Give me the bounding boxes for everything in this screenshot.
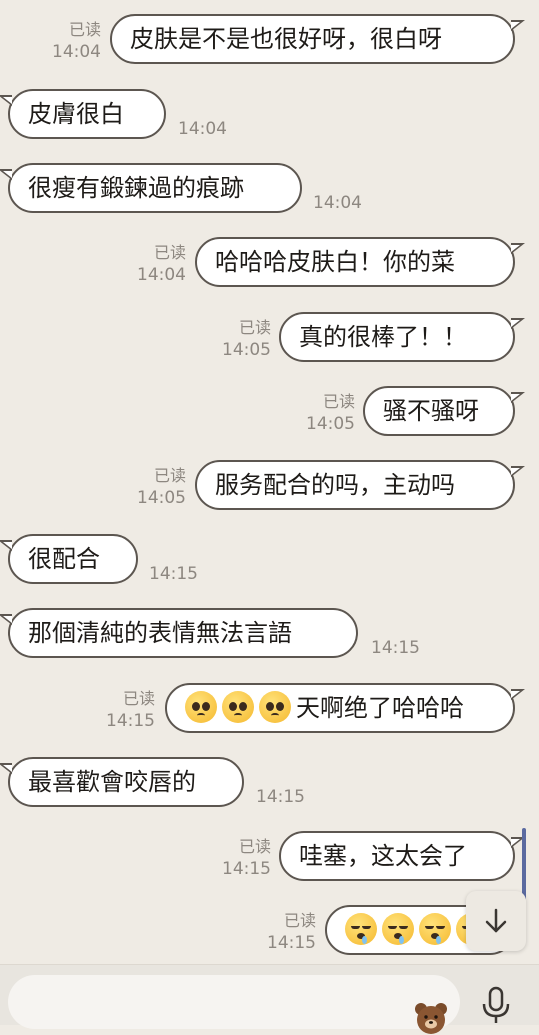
message-bubble[interactable]: 天啊绝了哈哈哈: [165, 683, 525, 733]
message-text: 皮肤是不是也很好呀，很白呀: [130, 25, 442, 53]
message-row: 已读 14:04 皮肤是不是也很好呀，很白呀: [0, 14, 539, 74]
message-time: 14:05: [137, 488, 186, 508]
message-input-container[interactable]: [8, 975, 460, 1034]
message-row: 那個清純的表情無法言語 14:15: [0, 608, 539, 668]
message-bubble[interactable]: 真的很棒了！！: [279, 312, 525, 362]
read-status: 已读: [238, 318, 271, 337]
read-status: 已读: [68, 20, 101, 39]
message-row: 已读 14:04 哈哈哈皮肤白！你的菜: [0, 237, 539, 297]
message-input[interactable]: [26, 983, 390, 1021]
message-row: 已读 14:15 哇塞，这太会了: [0, 831, 539, 891]
message-time: 14:15: [256, 787, 305, 807]
message-bubble[interactable]: 很配合: [0, 534, 138, 584]
message-meta: 14:04: [178, 118, 227, 141]
message-row: 已读 14:15 天啊绝了哈哈哈: [0, 683, 539, 743]
scrollbar[interactable]: [522, 828, 526, 900]
message-bubble[interactable]: 骚不骚呀: [363, 386, 525, 436]
message-row: 已读 14:05 真的很棒了！！: [0, 312, 539, 372]
message-time: 14:04: [178, 119, 227, 139]
scroll-to-bottom-button[interactable]: [466, 891, 526, 951]
read-status: 已读: [283, 911, 316, 930]
message-meta: 已读 14:05: [137, 464, 186, 510]
message-text: 服务配合的吗，主动吗: [215, 471, 455, 499]
message-row: 已读 14:05 骚不骚呀: [0, 386, 539, 446]
message-time: 14:04: [137, 265, 186, 285]
chat-history[interactable]: 已读 14:04 皮肤是不是也很好呀，很白呀 皮膚很白 14:04 很瘦有鍛鍊過…: [0, 0, 539, 964]
read-status: 已读: [153, 243, 186, 262]
message-text: 皮膚很白: [28, 100, 124, 128]
pleading-face-icon: [259, 691, 291, 723]
message-text: 哇塞，这太会了: [299, 842, 467, 870]
input-bar: [0, 964, 539, 1034]
message-bubble[interactable]: 服务配合的吗，主动吗: [195, 460, 525, 510]
bear-sticker-icon[interactable]: [413, 999, 449, 1035]
message-text: 很配合: [28, 545, 100, 573]
message-time: 14:15: [267, 933, 316, 953]
message-time: 14:05: [222, 340, 271, 360]
message-row: 皮膚很白 14:04: [0, 89, 539, 149]
pleading-face-icon: [222, 691, 254, 723]
message-time: 14:15: [222, 859, 271, 879]
message-text: 很瘦有鍛鍊過的痕跡: [28, 174, 244, 202]
message-bubble[interactable]: 哈哈哈皮肤白！你的菜: [195, 237, 525, 287]
message-text: 骚不骚呀: [383, 397, 479, 425]
read-status: 已读: [322, 392, 355, 411]
arrow-down-icon: [485, 908, 507, 933]
message-text: 天啊绝了哈哈哈: [296, 694, 464, 722]
read-status: 已读: [238, 837, 271, 856]
message-meta: 14:15: [149, 563, 198, 586]
message-meta: 14:04: [313, 192, 362, 215]
message-time: 14:04: [313, 193, 362, 213]
message-time: 14:05: [306, 414, 355, 434]
message-time: 14:15: [106, 711, 155, 731]
message-meta: 已读 14:05: [306, 390, 355, 436]
message-bubble[interactable]: 很瘦有鍛鍊過的痕跡: [0, 163, 302, 213]
message-meta: 已读 14:15: [106, 687, 155, 733]
message-row: 已读 14:15: [0, 905, 539, 964]
message-text: 真的很棒了！！: [299, 323, 467, 351]
message-meta: 14:15: [256, 786, 305, 809]
message-row: 已读 14:05 服务配合的吗，主动吗: [0, 460, 539, 520]
sleeping-face-icon: [419, 913, 451, 945]
microphone-icon[interactable]: [478, 985, 514, 1025]
message-text: 最喜歡會咬唇的: [28, 768, 196, 796]
message-time: 14:15: [371, 638, 420, 658]
message-bubble[interactable]: 那個清純的表情無法言語: [0, 608, 358, 658]
message-bubble[interactable]: 哇塞，这太会了: [279, 831, 525, 881]
message-meta: 已读 14:15: [222, 835, 271, 881]
message-row: 最喜歡會咬唇的 14:15: [0, 757, 539, 817]
message-meta: 已读 14:05: [222, 316, 271, 362]
message-text: 那個清純的表情無法言語: [28, 619, 292, 647]
message-meta: 已读 14:04: [137, 241, 186, 287]
message-meta: 已读 14:04: [52, 18, 101, 64]
message-text: 哈哈哈皮肤白！你的菜: [215, 248, 455, 276]
message-row: 很配合 14:15: [0, 534, 539, 594]
sleeping-face-icon: [382, 913, 414, 945]
message-row: 很瘦有鍛鍊過的痕跡 14:04: [0, 163, 539, 223]
message-meta: 14:15: [371, 637, 420, 660]
message-meta: 已读 14:15: [267, 909, 316, 955]
message-time: 14:15: [149, 564, 198, 584]
read-status: 已读: [122, 689, 155, 708]
read-status: 已读: [153, 466, 186, 485]
sleeping-face-icon: [345, 913, 377, 945]
message-bubble[interactable]: 皮肤是不是也很好呀，很白呀: [110, 14, 525, 64]
message-bubble[interactable]: 皮膚很白: [0, 89, 166, 139]
message-bubble[interactable]: 最喜歡會咬唇的: [0, 757, 244, 807]
message-time: 14:04: [52, 42, 101, 62]
pleading-face-icon: [185, 691, 217, 723]
